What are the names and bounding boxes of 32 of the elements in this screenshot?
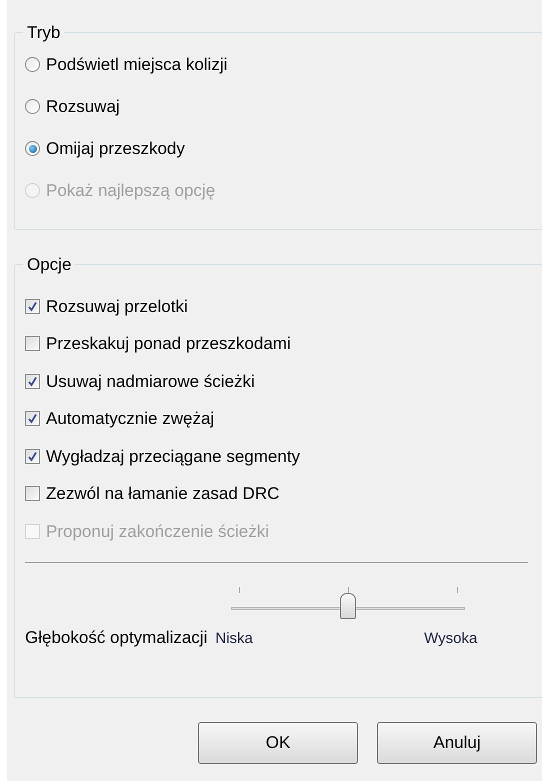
- checkmark-icon: [27, 413, 38, 424]
- checkbox-label: Usuwaj nadmiarowe ścieżki: [46, 370, 255, 392]
- checkbox[interactable]: [25, 374, 40, 389]
- radio-button[interactable]: [25, 57, 40, 72]
- checkbox[interactable]: [25, 448, 40, 464]
- dialog-button[interactable]: OK: [198, 722, 358, 764]
- checkbox-label: Wygładzaj przeciągane segmenty: [46, 446, 300, 468]
- checkbox[interactable]: [25, 336, 40, 352]
- slider-max-label: Wysoka: [424, 629, 478, 649]
- dialog-button[interactable]: Anuluj: [377, 722, 537, 764]
- group-title: Opcje: [26, 254, 72, 276]
- checkbox[interactable]: [25, 411, 40, 426]
- checkbox[interactable]: [25, 298, 40, 314]
- slider-thumb[interactable]: [340, 593, 356, 619]
- slider-label: Głębokość optymalizacji: [25, 627, 208, 649]
- checkbox[interactable]: [25, 486, 40, 502]
- radio-button[interactable]: [25, 141, 40, 156]
- radio-button[interactable]: [25, 99, 40, 114]
- slider-min-label: Niska: [215, 629, 253, 649]
- radio-label: Omijaj przeszkody: [46, 138, 185, 160]
- radio-label: Podświetl miejsca kolizji: [46, 54, 228, 76]
- checkmark-icon: [27, 300, 38, 312]
- group-title: Tryb: [26, 22, 62, 44]
- radio-label: Pokaż najlepszą opcję: [46, 180, 216, 202]
- checkbox-label: Proponuj zakończenie ścieżki: [46, 520, 270, 542]
- checkmark-icon: [27, 450, 38, 462]
- checkbox-label: Rozsuwaj przelotki: [46, 296, 188, 318]
- radio-label: Rozsuwaj: [46, 96, 120, 118]
- checkbox-label: Zezwól na łamanie zasad DRC: [46, 483, 280, 505]
- checkbox-label: Automatycznie zwężaj: [46, 408, 214, 430]
- checkmark-icon: [27, 376, 38, 387]
- checkbox-label: Przeskakuj ponad przeszkodami: [46, 333, 291, 355]
